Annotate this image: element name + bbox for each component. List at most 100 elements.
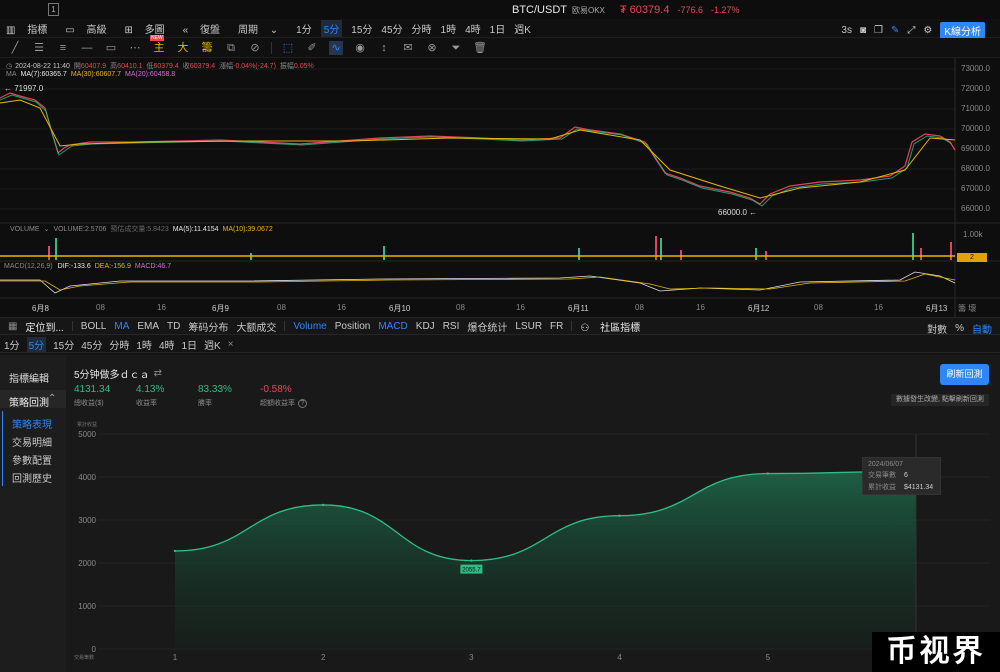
chevron-up-icon: ⌃ (48, 393, 57, 404)
last-price: ₮ 60379.4 (619, 4, 670, 16)
tf-15m[interactable]: 15分 (351, 21, 372, 36)
sidebar-item-params[interactable]: 參數配置 (12, 452, 52, 467)
ind-chip[interactable]: 筹码分布 (188, 319, 228, 334)
replay-button[interactable]: « 復盤 (183, 21, 229, 36)
sub-rsi[interactable]: RSI (443, 321, 460, 332)
parallel-lines-icon[interactable]: ☰ (32, 41, 46, 55)
sub-lsur[interactable]: LSUR (515, 321, 542, 332)
tf-4h[interactable]: 4時 (465, 21, 481, 36)
tf2-45m[interactable]: 45分 (81, 337, 102, 352)
copy-icon[interactable]: ❐ (874, 25, 883, 36)
macd-label: MACD(12,26,9) (4, 263, 53, 270)
date-tick: 08 (96, 303, 105, 312)
refresh-backtest-button[interactable]: 刷新回測 (940, 364, 989, 385)
sub-kdj[interactable]: KDJ (416, 321, 435, 332)
measure-icon[interactable]: ↕ (377, 41, 391, 55)
ind-td[interactable]: TD (167, 321, 180, 332)
stat-value: 83.33% (198, 384, 232, 395)
percent-button[interactable]: % (955, 323, 964, 334)
sub-liq[interactable]: 爆仓统计 (467, 319, 507, 334)
sub-volume[interactable]: Volume (293, 321, 326, 332)
log-scale-button[interactable]: 對數 (927, 321, 947, 336)
main-button[interactable]: 主 NEW (150, 34, 166, 55)
magnet-icon[interactable]: ⊘ (248, 41, 262, 55)
kline-chart-area[interactable]: ◷ 2024-08-22 11:40 開 60407.9 高 60410.1 低 60… (0, 58, 1000, 317)
ind-ema[interactable]: EMA (137, 321, 159, 332)
big-button[interactable]: 大 (176, 41, 190, 55)
expand-icon[interactable]: ⤢ (907, 25, 915, 36)
horizontal-line-icon[interactable]: — (80, 41, 94, 55)
swap-icon[interactable]: ⇄ (154, 368, 162, 379)
hide-icon[interactable]: ⊗ (425, 41, 439, 55)
multi-chart-button[interactable]: ⊞ 多圖 (124, 21, 173, 36)
gear-icon[interactable]: ⚙ (923, 25, 932, 36)
auto-button[interactable]: 自動 (972, 321, 992, 336)
sidebar-item-history[interactable]: 回測歷史 (12, 470, 52, 485)
pen-icon[interactable]: ✎ (891, 25, 899, 36)
tf2-1h[interactable]: 1時 (136, 337, 152, 352)
help-icon[interactable]: ? (298, 398, 307, 408)
tf-5m[interactable]: 5分 (320, 19, 343, 37)
more-icon[interactable]: ⋯ (128, 41, 142, 55)
stat-excess: -0.58% 超額收益率 ? (260, 384, 307, 408)
tf-1m[interactable]: 1分 (296, 21, 312, 36)
sidebar-title[interactable]: 指標編輯 (9, 370, 49, 385)
sidebar-section[interactable]: 策略回測 ⌃ (0, 390, 66, 409)
ohlc-amp: 0.05% (293, 62, 314, 70)
eye-icon[interactable]: ◉ (353, 41, 367, 55)
pencil-icon[interactable]: ✐ (305, 41, 319, 55)
refresh-note: 數據發生改變, 點擊刷新回測 (891, 394, 989, 406)
tf-45m[interactable]: 45分 (381, 21, 402, 36)
tf2-week[interactable]: 週K (204, 337, 221, 352)
camera-icon[interactable]: ◙ (860, 25, 866, 36)
sub-macd[interactable]: MACD (378, 321, 407, 332)
trash-icon[interactable]: 🗑 (473, 41, 487, 55)
grid-icon[interactable]: ▦ (8, 321, 17, 332)
sub-fr[interactable]: FR (550, 321, 563, 332)
sidebar-item-trades[interactable]: 交易明細 (12, 434, 52, 449)
advanced-button[interactable]: ▭ 高級 (65, 21, 115, 36)
line-tool-icon[interactable]: ╱ (8, 41, 22, 55)
tf2-15m[interactable]: 15分 (53, 337, 74, 352)
tf-timeshare[interactable]: 分時 (412, 21, 432, 36)
sub-position[interactable]: Position (335, 321, 371, 332)
cursor-icon[interactable]: ⬚ (281, 41, 295, 55)
tf2-1d[interactable]: 1日 (182, 337, 198, 352)
ind-boll[interactable]: BOLL (81, 321, 107, 332)
ohlc-change-label: 漲幅 (219, 63, 234, 70)
ind-ma[interactable]: MA (114, 321, 129, 332)
price-tick: 68000.0 (961, 164, 990, 173)
sidebar-item-performance[interactable]: 策略表現 (12, 416, 52, 431)
fib-icon[interactable]: ≡ (56, 41, 70, 55)
tf-week[interactable]: 週K (514, 21, 531, 36)
menu-icon[interactable]: 1 (48, 3, 59, 16)
layers-icon[interactable]: ⧉ (224, 41, 238, 55)
tf2-1m[interactable]: 1分 (4, 337, 20, 352)
tf-1h[interactable]: 1時 (441, 21, 457, 36)
tf2-timeshare[interactable]: 分時 (109, 337, 129, 352)
ind-bigtrade[interactable]: 大额成交 (236, 319, 276, 334)
close-icon[interactable]: × (228, 339, 234, 350)
chevron-down-icon[interactable]: ⌄ (44, 225, 50, 233)
chip-button[interactable]: 籌 (200, 41, 214, 55)
refresh-interval[interactable]: 3s (841, 25, 852, 36)
rectangle-icon[interactable]: ▭ (104, 41, 118, 55)
corner-label: 籌 壞 (958, 304, 977, 313)
indicator-icon: ▥ (6, 24, 19, 36)
community-button[interactable]: ⚇ 社區指標 (580, 319, 648, 334)
period-dropdown[interactable]: 周期 ⌄ (238, 21, 287, 36)
kline-analysis-button[interactable]: K線分析 (940, 22, 985, 39)
chart-tooltip: 2024/06/07 交易筆數 6 累計收益 $4131.34 (862, 457, 941, 495)
locate-button[interactable]: 定位到... (25, 319, 63, 334)
price-axis: 73000.0 72000.0 71000.0 70000.0 69000.0 … (961, 64, 990, 224)
stat-label: 勝率 (198, 400, 212, 407)
tf-1d[interactable]: 1日 (490, 21, 506, 36)
tf2-4h[interactable]: 4時 (159, 337, 175, 352)
tf2-5m[interactable]: 5分 (26, 336, 47, 352)
note-icon[interactable]: ✉ (401, 41, 415, 55)
indicator-button[interactable]: ▥ 指標 (6, 21, 56, 36)
filter-icon[interactable]: ⏷ (449, 41, 463, 55)
ohlc-low-label: 低 (146, 63, 154, 70)
wave-tool-icon[interactable]: ∿ (329, 40, 343, 55)
price-tick: 72000.0 (961, 84, 990, 93)
